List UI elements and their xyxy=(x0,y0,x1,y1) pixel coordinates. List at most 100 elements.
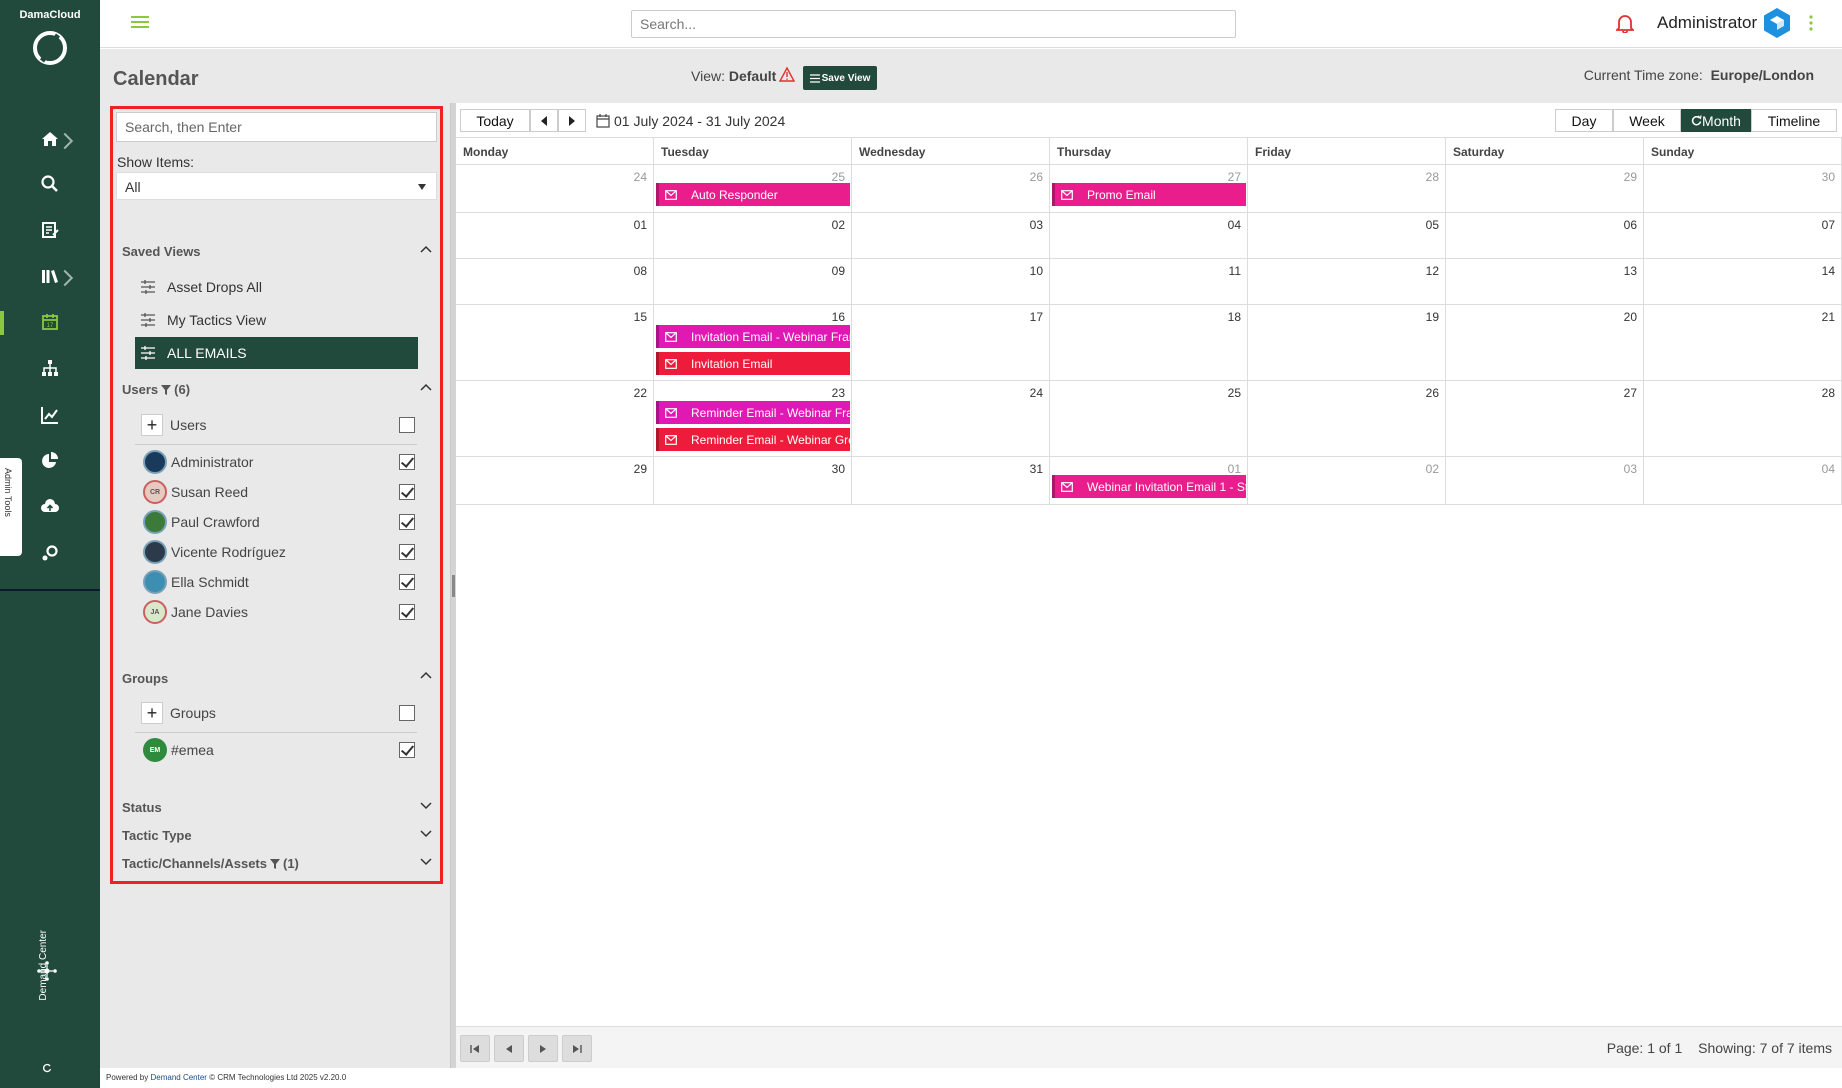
group-checkbox[interactable] xyxy=(399,742,415,758)
user-row[interactable]: CR Susan Reed xyxy=(135,477,415,507)
day-cell[interactable]: 03 xyxy=(1446,457,1644,504)
user-row[interactable]: Paul Crawford xyxy=(135,507,415,537)
save-view-button[interactable]: Save View xyxy=(803,66,877,90)
calendar-event[interactable]: Reminder Email - Webinar Greece xyxy=(656,428,850,451)
day-cell[interactable]: 17 xyxy=(852,305,1050,380)
day-cell[interactable]: 20 xyxy=(1446,305,1644,380)
user-row[interactable]: JA Jane Davies xyxy=(135,597,415,627)
user-checkbox[interactable] xyxy=(399,484,415,500)
day-cell[interactable]: 12 xyxy=(1248,259,1446,304)
previous-button[interactable] xyxy=(530,109,558,132)
user-row[interactable]: Ella Schmidt xyxy=(135,567,415,597)
user-checkbox[interactable] xyxy=(399,514,415,530)
powered-link[interactable]: Demand Center xyxy=(150,1073,206,1082)
day-cell[interactable]: 25 Auto Responder xyxy=(654,165,852,212)
day-cell[interactable]: 22 xyxy=(456,381,654,456)
refresh-icon[interactable] xyxy=(41,1062,53,1074)
brand-logo-icon[interactable] xyxy=(30,29,70,67)
day-cell[interactable]: 26 xyxy=(1248,381,1446,456)
day-cell[interactable]: 21 xyxy=(1644,305,1842,380)
last-page-button[interactable] xyxy=(562,1035,592,1062)
chevron-up-icon[interactable] xyxy=(419,382,433,392)
nav-hierarchy[interactable] xyxy=(0,348,100,388)
add-users-button[interactable]: + xyxy=(141,414,163,436)
day-cell[interactable]: 13 xyxy=(1446,259,1644,304)
hamburger-menu-icon[interactable] xyxy=(130,14,150,30)
day-cell[interactable]: 27 xyxy=(1446,381,1644,456)
chevron-up-icon[interactable] xyxy=(419,244,433,254)
chevron-down-icon[interactable] xyxy=(419,829,433,839)
nav-home[interactable] xyxy=(0,119,100,159)
day-cell[interactable]: 04 xyxy=(1050,213,1248,258)
day-cell[interactable]: 02 xyxy=(1248,457,1446,504)
user-row[interactable]: Vicente Rodríguez xyxy=(135,537,415,567)
view-day-button[interactable]: Day xyxy=(1555,109,1613,132)
day-cell[interactable]: 09 xyxy=(654,259,852,304)
prev-page-button[interactable] xyxy=(494,1035,524,1062)
day-cell[interactable]: 01 Webinar Invitation Email 1 - Stage xyxy=(1050,457,1248,504)
show-items-select[interactable]: All xyxy=(116,172,437,200)
day-cell[interactable]: 03 xyxy=(852,213,1050,258)
more-options-icon[interactable] xyxy=(1808,14,1814,32)
user-checkbox[interactable] xyxy=(399,574,415,590)
date-range[interactable]: 01 July 2024 - 31 July 2024 xyxy=(614,113,785,129)
day-cell[interactable]: 29 xyxy=(456,457,654,504)
saved-view-item[interactable]: Asset Drops All xyxy=(135,271,418,303)
users-select-all-checkbox[interactable] xyxy=(399,417,415,433)
tactic-type-heading[interactable]: Tactic Type xyxy=(122,828,192,843)
calendar-icon[interactable] xyxy=(596,113,610,128)
day-cell[interactable]: 26 xyxy=(852,165,1050,212)
day-cell[interactable]: 05 xyxy=(1248,213,1446,258)
next-page-button[interactable] xyxy=(528,1035,558,1062)
day-cell[interactable]: 30 xyxy=(1644,165,1842,212)
day-cell[interactable]: 31 xyxy=(852,457,1050,504)
nav-tactics[interactable] xyxy=(0,210,100,250)
calendar-event[interactable]: Reminder Email - Webinar France xyxy=(656,401,850,424)
chevron-up-icon[interactable] xyxy=(419,670,433,680)
saved-views-heading[interactable]: Saved Views xyxy=(122,244,201,259)
view-timeline-button[interactable]: Timeline xyxy=(1751,109,1837,132)
add-groups-button[interactable]: + xyxy=(141,702,163,724)
next-button[interactable] xyxy=(558,109,586,132)
nav-search[interactable] xyxy=(0,164,100,204)
calendar-event[interactable]: Promo Email xyxy=(1052,183,1246,206)
user-checkbox[interactable] xyxy=(399,604,415,620)
day-cell[interactable]: 19 xyxy=(1248,305,1446,380)
nav-calendar[interactable]: 17 xyxy=(0,302,100,342)
day-cell[interactable]: 27 Promo Email xyxy=(1050,165,1248,212)
user-name[interactable]: Administrator xyxy=(1657,13,1757,33)
day-cell[interactable]: 14 xyxy=(1644,259,1842,304)
nav-library[interactable] xyxy=(0,256,100,296)
user-row[interactable]: Administrator xyxy=(135,447,415,477)
view-month-button[interactable]: Month xyxy=(1681,109,1751,132)
day-cell[interactable]: 10 xyxy=(852,259,1050,304)
day-cell[interactable]: 04 xyxy=(1644,457,1842,504)
splitter-grip[interactable] xyxy=(452,575,455,597)
global-search-input[interactable] xyxy=(631,10,1236,38)
day-cell[interactable]: 29 xyxy=(1446,165,1644,212)
day-cell[interactable]: 16 Invitation Email - Webinar France Invit… xyxy=(654,305,852,380)
day-cell[interactable]: 11 xyxy=(1050,259,1248,304)
chevron-down-icon[interactable] xyxy=(419,857,433,867)
day-cell[interactable]: 18 xyxy=(1050,305,1248,380)
status-heading[interactable]: Status xyxy=(122,800,162,815)
group-row[interactable]: EM #emea xyxy=(135,735,415,765)
filter-search-input[interactable] xyxy=(116,112,437,142)
user-avatar[interactable] xyxy=(1761,7,1793,39)
users-heading[interactable]: Users (6) xyxy=(122,382,190,397)
calendar-event[interactable]: Auto Responder xyxy=(656,183,850,206)
day-cell[interactable]: 02 xyxy=(654,213,852,258)
saved-view-item[interactable]: My Tactics View xyxy=(135,304,418,336)
calendar-event[interactable]: Invitation Email - Webinar France xyxy=(656,325,850,348)
day-cell[interactable]: 24 xyxy=(852,381,1050,456)
day-cell[interactable]: 30 xyxy=(654,457,852,504)
groups-select-all-checkbox[interactable] xyxy=(399,705,415,721)
demand-center-icon[interactable] xyxy=(36,960,58,982)
chevron-down-icon[interactable] xyxy=(419,801,433,811)
today-button[interactable]: Today xyxy=(460,109,530,132)
day-cell[interactable]: 07 xyxy=(1644,213,1842,258)
day-cell[interactable]: 23 Reminder Email - Webinar France Reminde… xyxy=(654,381,852,456)
user-checkbox[interactable] xyxy=(399,454,415,470)
calendar-event[interactable]: Invitation Email xyxy=(656,352,850,375)
bell-icon[interactable] xyxy=(1616,13,1634,33)
